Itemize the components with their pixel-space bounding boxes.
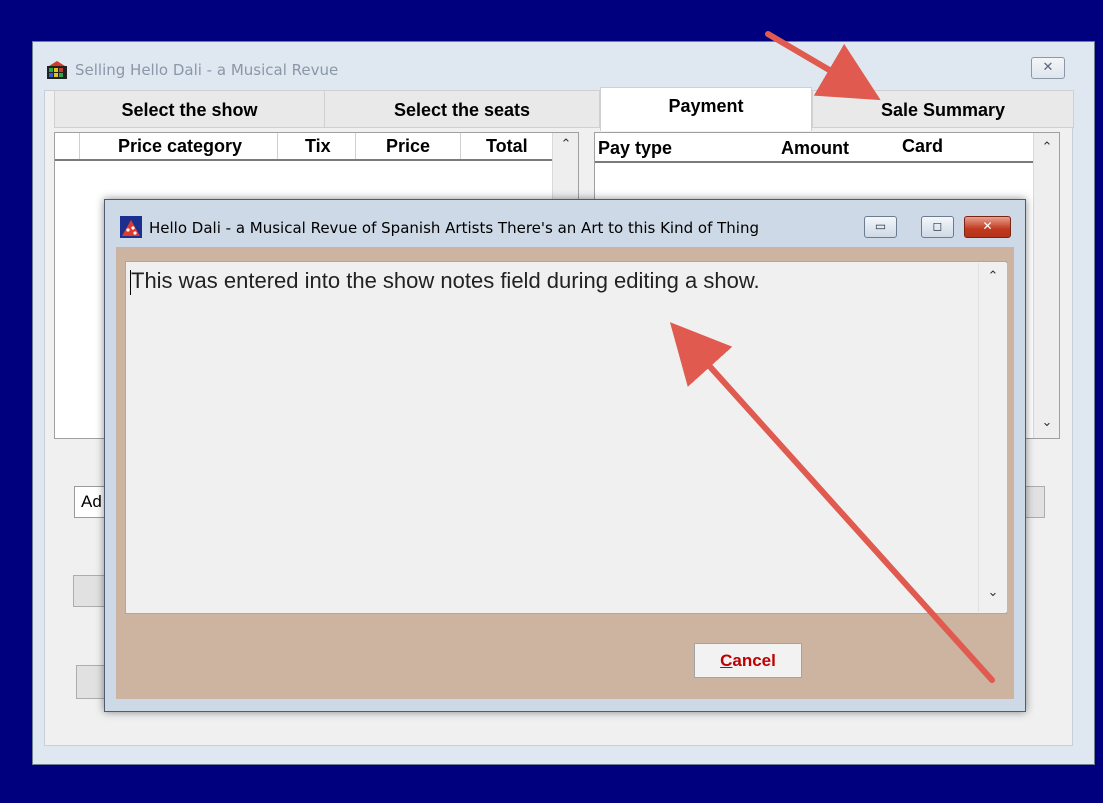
annotation-arrow-notes (669, 322, 995, 683)
annotation-overlay (669, 31, 995, 683)
annotation-arrow-sale-summary (765, 31, 881, 101)
